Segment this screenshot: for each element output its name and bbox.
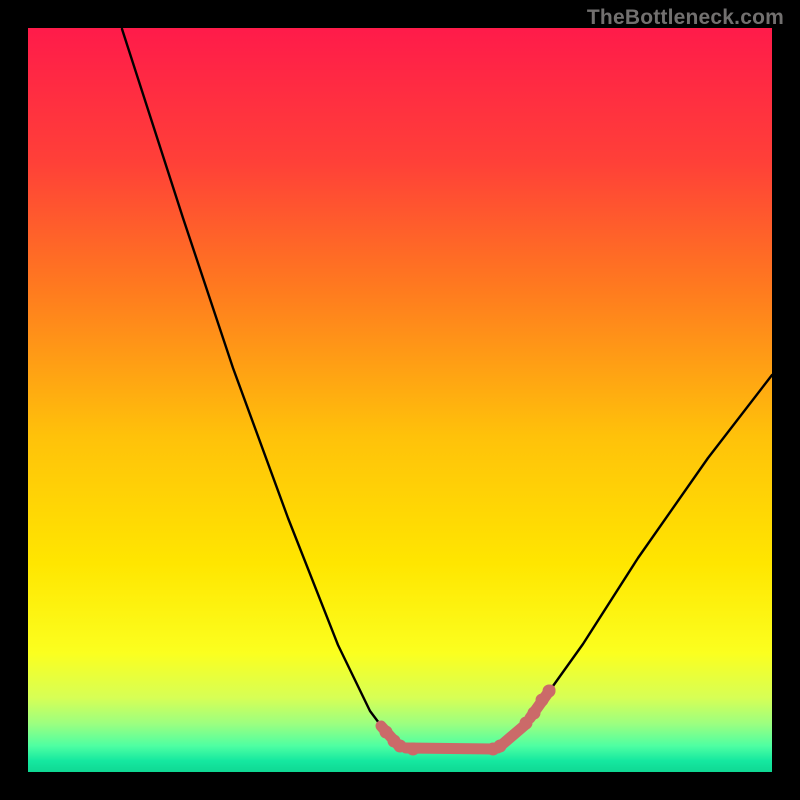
- bottleneck-curve: [28, 28, 772, 772]
- highlight-dot: [528, 707, 541, 720]
- highlight-dot: [543, 685, 556, 698]
- chart-frame: [28, 28, 772, 772]
- highlight-dot: [494, 740, 507, 753]
- highlight-dot: [394, 740, 407, 753]
- highlight-dot: [407, 743, 420, 756]
- watermark-text: TheBottleneck.com: [587, 6, 784, 30]
